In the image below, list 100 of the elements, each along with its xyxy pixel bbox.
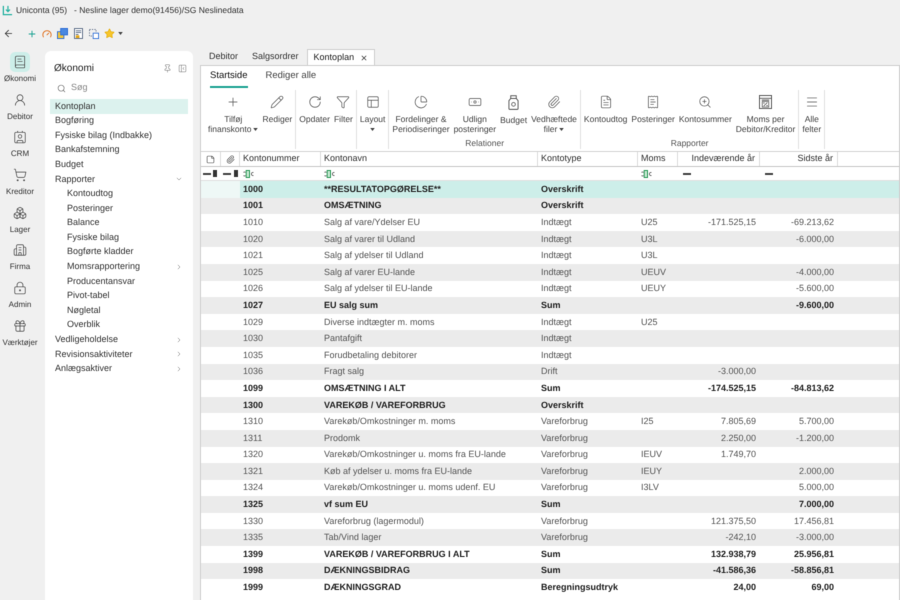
ribbon-tab[interactable]: Rediger alle — [266, 68, 316, 88]
close-icon[interactable] — [360, 54, 368, 62]
sidebar-item[interactable]: Fysiske bilag (Indbakke) — [50, 128, 188, 143]
table-cell-text: 5.000,00 — [798, 482, 835, 494]
dash-icon[interactable] — [683, 172, 691, 174]
sidebar-item[interactable]: Kontoudtog — [50, 186, 188, 202]
table-row[interactable]: 1324 Varekøb/Omkostninger u. moms udenf. EU Vareforbrug I3LV 5.000,00 — [201, 480, 899, 496]
table-row[interactable]: 1025 Salg af varer EU-lande Indtægt UEUV -4.000,00 — [201, 264, 899, 281]
sidebar-item[interactable]: Posteringer — [50, 201, 188, 216]
chevron-right-icon[interactable] — [175, 364, 183, 373]
column-header[interactable]: Kontotype — [538, 152, 638, 166]
windows-icon[interactable] — [57, 28, 68, 39]
sidebar-item[interactable]: Fysiske bilag — [50, 230, 188, 245]
table-row[interactable]: 1030 Pantafgift Indtægt — [201, 330, 899, 347]
text-filter-icon[interactable] — [243, 170, 254, 178]
sidebar-item[interactable]: Revisionsaktiviteter — [50, 347, 188, 362]
add-account-button[interactable]: Tilføj finanskonto — [206, 90, 260, 134]
sidebar-item[interactable]: Balance — [50, 216, 188, 230]
rail-item[interactable]: Debitor — [7, 90, 33, 128]
sidebar-item[interactable]: Overblik — [50, 318, 188, 332]
layout-button[interactable]: Layout — [358, 90, 388, 134]
sidebar-item[interactable]: Vedligeholdelse — [50, 332, 188, 348]
document-tab[interactable]: Salgsordrer — [246, 49, 305, 65]
table-cell-text: Overskrift — [540, 200, 585, 212]
table-row[interactable]: 1335 Tab/Vind lager Vareforbrug -242,10 -3.000,00 — [201, 529, 899, 546]
rail-item[interactable]: Firma — [10, 240, 30, 278]
rail-item[interactable]: CRM — [10, 127, 30, 166]
table-row[interactable]: 1311 Prodomk Vareforbrug 2.250,00 -1.200,00 — [201, 430, 899, 446]
sidebar-item[interactable]: Producentansvar — [50, 274, 188, 289]
allocations-button[interactable]: Fordelinger & Periodiseringer — [390, 90, 452, 134]
table-row[interactable]: 1027 EU salg sum Sum -9.600,00 — [201, 297, 899, 314]
collapse-panel-icon[interactable] — [178, 64, 187, 72]
budget-button[interactable]: Budget — [498, 90, 530, 125]
table-row[interactable]: 1321 Køb af ydelser u. moms fra EU-lande Vareforbrug IEUY 2.000,00 — [201, 463, 899, 480]
table-row[interactable]: 1300 VAREKØB / VAREFORBRUG Overskrift — [201, 396, 899, 414]
rail-item[interactable]: Værktøjer — [2, 316, 38, 354]
chevron-right-icon[interactable] — [175, 262, 183, 271]
table-cell-text: 1335 — [242, 532, 264, 544]
rail-item[interactable]: Lager — [10, 202, 30, 240]
sidebar-item[interactable]: Nøgletal — [50, 303, 188, 318]
star-icon[interactable] — [104, 28, 115, 39]
account-totals-button[interactable]: Kontosummer — [676, 90, 734, 124]
document-tab[interactable]: Kontoplan — [306, 49, 376, 65]
table-cell-text: I3LV — [640, 482, 660, 494]
text-filter-icon[interactable] — [641, 170, 652, 178]
dotted-square-icon[interactable] — [89, 28, 99, 38]
rail-item[interactable]: Økonomi — [4, 52, 36, 90]
search-field[interactable]: Søg — [71, 81, 181, 95]
plus-icon[interactable] — [27, 28, 37, 38]
document-icon[interactable] — [74, 28, 83, 39]
table-row[interactable]: 1036 Fragt salg Drift -3.000,00 — [201, 364, 899, 380]
sidebar-item[interactable]: Bogførte kladder — [50, 244, 188, 260]
table-cell-text: 2.250,00 — [720, 432, 757, 444]
filter-button[interactable]: Filter — [332, 90, 355, 124]
refresh-button[interactable]: Opdater — [297, 90, 332, 124]
table-cell-text: 1321 — [242, 466, 264, 477]
attachments-button[interactable]: Vedhæftede filer — [529, 90, 579, 134]
back-icon[interactable] — [3, 28, 14, 39]
column-header[interactable]: Indeværende år — [678, 152, 760, 166]
sidebar-item[interactable]: Budget — [50, 157, 188, 172]
table-row[interactable]: 1020 Salg af varer til Udland Indtægt U3L -6.000,00 — [201, 230, 899, 248]
dash-icon[interactable] — [203, 172, 211, 174]
transactions-button[interactable]: Posteringer — [629, 90, 677, 124]
table-cell-text: UEUY — [640, 283, 668, 294]
sidebar-item[interactable]: Anlægsaktiver — [50, 362, 188, 376]
sidebar-item[interactable]: Kontoplan — [50, 99, 188, 114]
table-row[interactable]: 1998 DÆKNINGSBIDRAG Sum -41.586,36 -58.856,81 — [201, 562, 899, 580]
column-header[interactable]: Moms — [638, 152, 678, 166]
sidebar-item[interactable]: Rapporter — [50, 172, 188, 187]
table-row[interactable]: 1001 OMSÆTNING Overskrift — [201, 198, 899, 214]
edit-button[interactable]: Rediger — [260, 90, 294, 124]
sidebar-item[interactable]: Bankafstemning — [50, 142, 188, 158]
table-cell-text: I25 — [640, 416, 655, 428]
dash-icon[interactable] — [223, 172, 231, 174]
vat-report-button[interactable]: Moms per Debitor/Kreditor — [734, 90, 798, 134]
table-cell-text: Beregningsudtryk — [540, 582, 620, 594]
column-header[interactable]: Kontonavn — [321, 152, 538, 166]
ribbon-tab[interactable]: Startside — [210, 68, 248, 88]
dash-icon[interactable] — [765, 172, 773, 174]
statement-button[interactable]: Kontoudtog — [582, 90, 630, 124]
chevron-right-icon[interactable] — [175, 350, 183, 358]
pin-icon[interactable] — [163, 64, 172, 72]
column-header[interactable]: Kontonummer — [240, 152, 321, 166]
text-filter-icon[interactable] — [324, 170, 335, 178]
table-cell-text: Vareforbrug — [540, 482, 589, 494]
column-header[interactable]: Sidste år — [760, 152, 838, 166]
document-tab[interactable]: Debitor — [203, 49, 244, 65]
table-row[interactable]: 1325 vf sum EU Sum 7.000,00 — [201, 496, 899, 513]
sidebar-item[interactable]: Pivot-tabel — [50, 288, 188, 304]
all-fields-button[interactable]: Alle felter — [800, 90, 824, 134]
table-cell-text: U3L — [640, 250, 659, 262]
sidebar-item[interactable]: Bogføring — [50, 114, 188, 128]
rail-item[interactable]: Admin — [8, 278, 32, 316]
reconcile-button[interactable]: Udlign posteringer — [452, 90, 498, 134]
table-cell-text: 1.749,70 — [720, 449, 757, 460]
gauge-icon[interactable] — [42, 28, 52, 38]
chevron-right-icon[interactable] — [175, 336, 183, 344]
table-row[interactable]: 1000 **RESULTATOPGØRELSE** Overskrift — [201, 181, 899, 198]
sidebar-item[interactable]: Momsrapportering — [50, 260, 188, 274]
rail-item[interactable]: Kreditor — [6, 165, 34, 203]
